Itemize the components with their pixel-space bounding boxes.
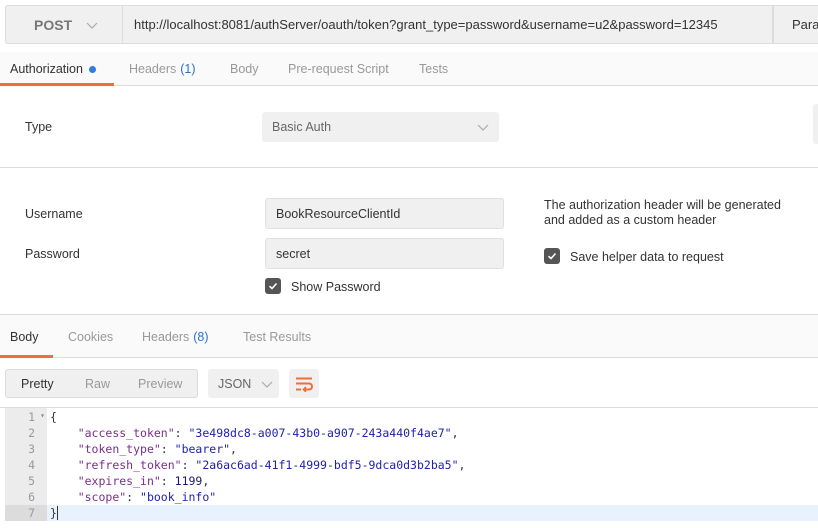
json-value: 1199 [174, 474, 203, 488]
view-pretty-button[interactable]: Pretty [21, 377, 54, 391]
json-key: "token_type" [77, 442, 161, 456]
tab-label: Headers [142, 329, 190, 344]
line-number: 3 [28, 442, 35, 456]
wrap-lines-button[interactable] [289, 369, 319, 398]
url-bar: POST http://localhost:8081/authServer/oa… [0, 0, 818, 52]
checkmark-icon [547, 252, 557, 260]
tab-pre-request-script[interactable]: Pre-request Script [288, 52, 389, 86]
chevron-down-icon [261, 381, 273, 388]
credentials-section: Username BookResourceClientId Password s… [0, 168, 818, 314]
tab-body[interactable]: Body [230, 52, 259, 86]
modified-dot-icon [88, 65, 96, 73]
tab-headers[interactable]: Headers (1) [129, 52, 196, 86]
url-input[interactable]: http://localhost:8081/authServer/oauth/t… [122, 5, 773, 44]
code-line: 4 "refresh_token": "2a6ac6ad-41f1-4999-b… [5, 457, 818, 473]
code-line: 6 "scope": "book_info" [5, 489, 818, 505]
json-key: "scope" [77, 490, 127, 504]
tab-tests[interactable]: Tests [419, 52, 448, 86]
tab-label: Authorization [10, 62, 83, 76]
tab-test-results[interactable]: Test Results [243, 315, 311, 358]
format-select[interactable]: JSON [208, 369, 279, 398]
tab-label: Cookies [68, 329, 114, 344]
json-value: "bearer" [174, 442, 231, 456]
json-value: "book_info" [140, 490, 217, 504]
tab-authorization[interactable]: Authorization [10, 52, 96, 86]
side-panel-handle[interactable] [813, 104, 818, 144]
username-label: Username [25, 207, 83, 221]
tab-label: Tests [419, 62, 449, 76]
fold-toggle-icon[interactable]: ▾ [40, 411, 45, 420]
tab-response-body[interactable]: Body [10, 315, 39, 358]
code-line: 2 "access_token": "3e498dc8-a007-43b0-a9… [5, 425, 818, 441]
show-password-checkbox[interactable] [265, 278, 281, 294]
json-value: "3e498dc8-a007-43b0-a907-243a440f4ae7" [188, 426, 452, 440]
headers-count: (8) [193, 329, 209, 344]
method-select[interactable]: POST [5, 5, 122, 44]
password-label: Password [25, 247, 80, 261]
line-number: 2 [28, 426, 35, 440]
tab-label: Body [230, 62, 259, 76]
chevron-down-icon [477, 124, 489, 131]
code-text: } [50, 506, 57, 520]
save-helper-checkbox[interactable] [544, 248, 560, 264]
show-password-label: Show Password [291, 280, 381, 294]
view-preview-button[interactable]: Preview [138, 377, 182, 391]
auth-type-select[interactable]: Basic Auth [262, 112, 499, 142]
password-input[interactable]: secret [265, 238, 504, 269]
auth-header-note: The authorization header will be generat… [544, 198, 781, 227]
json-key: "expires_in" [77, 474, 161, 488]
auth-type-section: Type Basic Auth [0, 86, 818, 168]
line-number: 1 ▾ [28, 410, 45, 424]
wrap-lines-icon [296, 377, 313, 392]
request-tabs: Authorization Headers (1) Body Pre-reque… [0, 52, 818, 86]
save-helper-label: Save helper data to request [570, 250, 724, 264]
params-button[interactable]: Params [773, 5, 818, 44]
code-line: 3 "token_type": "bearer", [5, 441, 818, 457]
json-value: "2a6ac6ad-41f1-4999-bdf5-9dca0d3b2ba5" [195, 458, 459, 472]
tab-cookies[interactable]: Cookies [68, 315, 113, 358]
tab-label: Headers [129, 62, 177, 76]
type-label: Type [25, 120, 53, 134]
auth-type-value: Basic Auth [272, 120, 332, 134]
code-line-current: 7 } [5, 505, 818, 521]
line-number: 4 [28, 458, 35, 472]
headers-count: (1) [180, 62, 196, 76]
username-input[interactable]: BookResourceClientId [265, 198, 504, 229]
text-cursor [56, 506, 58, 520]
view-raw-button[interactable]: Raw [85, 377, 110, 391]
response-tabs: Body Cookies Headers (8) Test Results [0, 314, 818, 358]
line-number: 7 [5, 505, 47, 521]
code-line: 5 "expires_in": 1199, [5, 473, 818, 489]
response-toolbar: Pretty Raw Preview JSON [0, 358, 818, 408]
format-value: JSON [218, 376, 252, 391]
code-line: 1 ▾ { [5, 409, 818, 425]
json-key: "access_token" [77, 426, 175, 440]
line-number: 5 [28, 474, 35, 488]
tab-response-headers[interactable]: Headers (8) [142, 315, 209, 358]
response-body-editor[interactable]: 1 ▾ { 2 "access_token": "3e498dc8-a007-43… [0, 408, 818, 528]
checkmark-icon [268, 282, 278, 290]
method-label: POST [34, 16, 73, 33]
tab-label: Pre-request Script [288, 62, 389, 76]
view-mode-segment: Pretty Raw Preview [5, 369, 198, 398]
json-key: "refresh_token" [77, 458, 182, 472]
chevron-down-icon [86, 22, 98, 29]
line-number: 6 [28, 490, 35, 504]
tab-label: Body [10, 329, 39, 344]
tab-label: Test Results [243, 329, 312, 344]
code-text: { [50, 410, 57, 424]
